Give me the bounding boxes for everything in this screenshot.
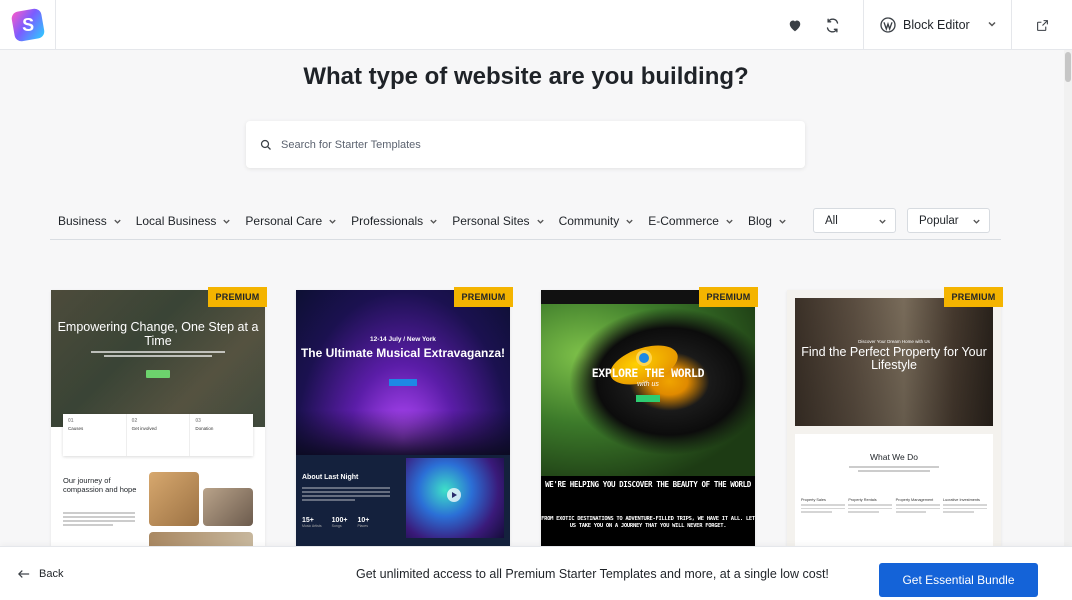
chevron-down-icon [114, 219, 121, 224]
template-text-lines [849, 466, 939, 474]
feature-box: 01 Causes [63, 414, 127, 456]
chevron-down-icon [779, 219, 786, 224]
template-section-title: Our journey of compassion and hope [63, 476, 137, 494]
play-icon [447, 488, 461, 502]
service-column: Property Rentals [848, 498, 893, 513]
chevron-down-icon [726, 219, 733, 224]
template-headline: Empowering Change, One Step at a Time [57, 320, 259, 348]
template-card-charity[interactable]: Empowering Change, One Step at a Time 01… [51, 290, 265, 546]
template-cta-button [636, 395, 660, 402]
get-essential-bundle-button[interactable]: Get Essential Bundle [879, 563, 1038, 597]
template-photo [149, 532, 253, 546]
feature-box: 02 Get involved [127, 414, 191, 456]
template-section-title: What We Do [869, 452, 919, 462]
template-service-columns: Property Sales Property Rentals Property… [801, 498, 987, 513]
template-stats: 15+ Music Artists 100+ Songs 10+ Places [302, 517, 369, 528]
arrow-left-icon [18, 570, 30, 578]
bottom-bar: Back Get unlimited access to all Premium… [0, 546, 1072, 600]
top-bar: S Block Editor [0, 0, 1072, 50]
search-bar[interactable] [246, 121, 805, 168]
chevron-down-icon [973, 219, 980, 224]
filter-professionals[interactable]: Professionals [351, 214, 438, 228]
filter-business[interactable]: Business [58, 214, 122, 228]
template-text-lines [302, 487, 390, 503]
filter-personal-care[interactable]: Personal Care [245, 214, 337, 228]
template-hero-image [541, 304, 755, 476]
filter-blog[interactable]: Blog [748, 214, 787, 228]
filter-e-commerce[interactable]: E-Commerce [648, 214, 734, 228]
stat-item: 100+ Songs [331, 517, 348, 528]
chevron-down-icon [879, 219, 886, 224]
template-subtagline: FROM EXOTIC DESTINATIONS TO ADVENTURE-FI… [541, 516, 755, 529]
sort-select-value: Popular [919, 214, 959, 227]
chevron-down-icon [536, 219, 544, 224]
premium-badge: PREMIUM [454, 287, 513, 307]
search-icon [260, 139, 271, 150]
type-select[interactable]: All [813, 208, 896, 233]
sync-icon[interactable] [814, 0, 850, 50]
template-card-music-event[interactable]: 12-14 July / New York The Ultimate Music… [296, 290, 510, 546]
template-section-title: About Last Night [302, 474, 359, 481]
page-builder-select[interactable]: Block Editor [863, 0, 1012, 50]
premium-badge: PREMIUM [699, 287, 758, 307]
wordpress-icon [880, 17, 896, 33]
template-headline: EXPLORE THE WORLD [591, 366, 705, 380]
template-crowd-image [296, 410, 510, 455]
page-title: What type of website are you building? [303, 63, 749, 90]
scrollbar-track[interactable] [1064, 50, 1072, 546]
template-script-text: with us [637, 381, 659, 388]
template-date: 12-14 July / New York [370, 336, 436, 343]
filter-personal-sites[interactable]: Personal Sites [452, 214, 544, 228]
template-content-panel [795, 434, 993, 546]
stat-item: 10+ Places [357, 517, 370, 528]
premium-badge: PREMIUM [208, 287, 267, 307]
page-builder-label: Block Editor [903, 18, 970, 32]
feature-box: 03 Donation [195, 418, 214, 431]
template-card-travel[interactable]: EXPLORE THE WORLD with us WE'RE HELPING … [541, 290, 755, 546]
template-feature-boxes: 01 Causes 02 Get involved 03 Donation [63, 414, 253, 456]
sort-select[interactable]: Popular [907, 208, 990, 233]
template-photo [203, 488, 253, 526]
service-column: Property Management [895, 498, 940, 513]
template-subtext [91, 351, 225, 359]
stat-item: 15+ Music Artists [302, 517, 322, 528]
external-link-icon[interactable] [1024, 0, 1060, 50]
template-photo [149, 472, 199, 526]
promo-text: Get unlimited access to all Premium Star… [356, 567, 829, 581]
starter-templates-logo: S [10, 7, 45, 43]
filter-divider [50, 239, 1001, 240]
service-column: Lucrative Investments [942, 498, 987, 513]
chevron-down-icon [626, 219, 633, 224]
filter-community[interactable]: Community [559, 214, 635, 228]
template-headline: Find the Perfect Property for Your Lifes… [801, 345, 987, 372]
scrollbar-thumb[interactable] [1065, 52, 1071, 82]
service-column: Property Sales [801, 498, 845, 513]
category-filters: Business Local Business Personal Care Pr… [58, 209, 801, 233]
chevron-down-icon [430, 219, 437, 224]
chevron-down-icon [329, 219, 336, 224]
template-tagline: WE'RE HELPING YOU DISCOVER THE BEAUTY OF… [545, 480, 751, 489]
search-input[interactable] [281, 138, 761, 151]
type-select-value: All [825, 214, 838, 227]
toucan-eye-graphic [636, 350, 652, 366]
template-cta-button [389, 379, 417, 386]
template-card-real-estate[interactable]: Discover Your Dream Home with Us Find th… [787, 290, 1001, 546]
template-kicker: Discover Your Dream Home with Us [858, 339, 930, 344]
template-text-lines [63, 512, 135, 528]
back-button[interactable]: Back [18, 547, 63, 600]
chevron-down-icon [988, 21, 996, 27]
chevron-down-icon [223, 219, 231, 224]
heart-icon[interactable] [777, 0, 813, 50]
back-label: Back [39, 568, 64, 580]
logo-container[interactable]: S [0, 0, 56, 50]
filter-local-business[interactable]: Local Business [136, 214, 232, 228]
premium-badge: PREMIUM [944, 287, 1003, 307]
template-cta-button [146, 370, 170, 378]
template-headline: The Ultimate Musical Extravaganza! [300, 346, 506, 360]
